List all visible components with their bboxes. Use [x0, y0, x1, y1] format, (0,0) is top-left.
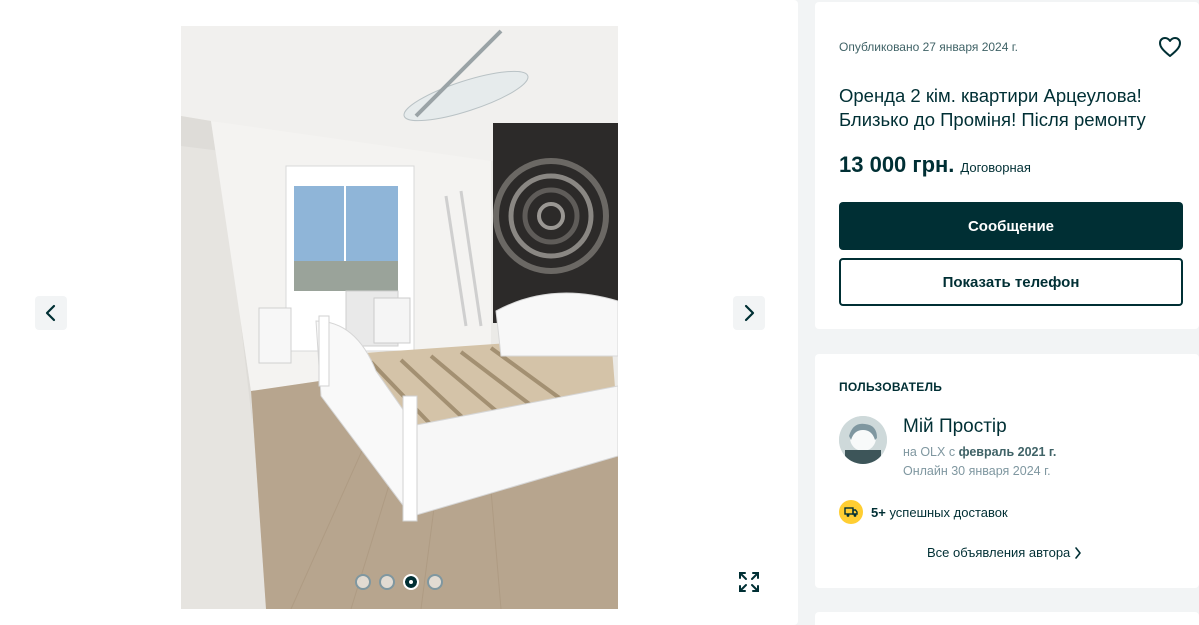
published-date: Опубликовано 27 января 2024 г. — [839, 40, 1018, 54]
chevron-right-small-icon — [1075, 546, 1082, 559]
price: 13 000 грн. — [839, 152, 955, 177]
fullscreen-button[interactable] — [733, 566, 765, 598]
user-last-online: Онлайн 30 января 2024 г. — [903, 464, 1051, 478]
successful-deliveries: 5+ успешных доставок — [871, 505, 1008, 520]
member-since-date: февраль 2021 г. — [958, 445, 1057, 459]
offer-card: Опубликовано 27 января 2024 г. Оренда 2 … — [815, 2, 1199, 329]
deliveries-label: успешных доставок — [889, 505, 1008, 520]
all-author-ads-link[interactable]: Все объявления автора — [927, 545, 1082, 560]
listing-photo[interactable] — [181, 26, 618, 609]
user-card: ПОЛЬЗОВАТЕЛЬ Мій Простір на OLX с феврал… — [815, 354, 1199, 588]
show-phone-button[interactable]: Показать телефон — [839, 258, 1183, 306]
photo-dot[interactable] — [355, 574, 371, 590]
user-name[interactable]: Мій Простір — [903, 416, 1007, 438]
previous-photo-button[interactable] — [35, 296, 67, 330]
photo-dot-active[interactable] — [403, 574, 419, 590]
next-photo-button[interactable] — [733, 296, 765, 330]
message-button[interactable]: Сообщение — [839, 202, 1183, 250]
next-card — [815, 612, 1199, 625]
truck-icon — [844, 507, 858, 517]
photo-pagination — [355, 574, 443, 590]
user-section-heading: ПОЛЬЗОВАТЕЛЬ — [839, 380, 943, 394]
deliveries-count: 5+ — [871, 505, 886, 520]
avatar[interactable] — [839, 416, 887, 464]
heart-icon — [1159, 37, 1181, 57]
user-member-since: на OLX с февраль 2021 г. — [903, 445, 1056, 459]
price-row: 13 000 грн. Договорная — [839, 152, 1031, 178]
photo-dot[interactable] — [427, 574, 443, 590]
chevron-left-icon — [45, 304, 56, 322]
chevron-right-icon — [744, 304, 755, 322]
photo-gallery — [0, 0, 798, 625]
negotiable-label: Договорная — [960, 160, 1031, 175]
delivery-badge — [839, 500, 863, 524]
favorite-button[interactable] — [1158, 36, 1182, 63]
all-ads-label: Все объявления автора — [927, 545, 1071, 560]
photo-dot[interactable] — [379, 574, 395, 590]
member-since-prefix: на OLX с — [903, 445, 956, 459]
expand-icon — [739, 572, 759, 592]
listing-title: Оренда 2 кім. квартири Арцеулова! Близьк… — [839, 85, 1146, 130]
